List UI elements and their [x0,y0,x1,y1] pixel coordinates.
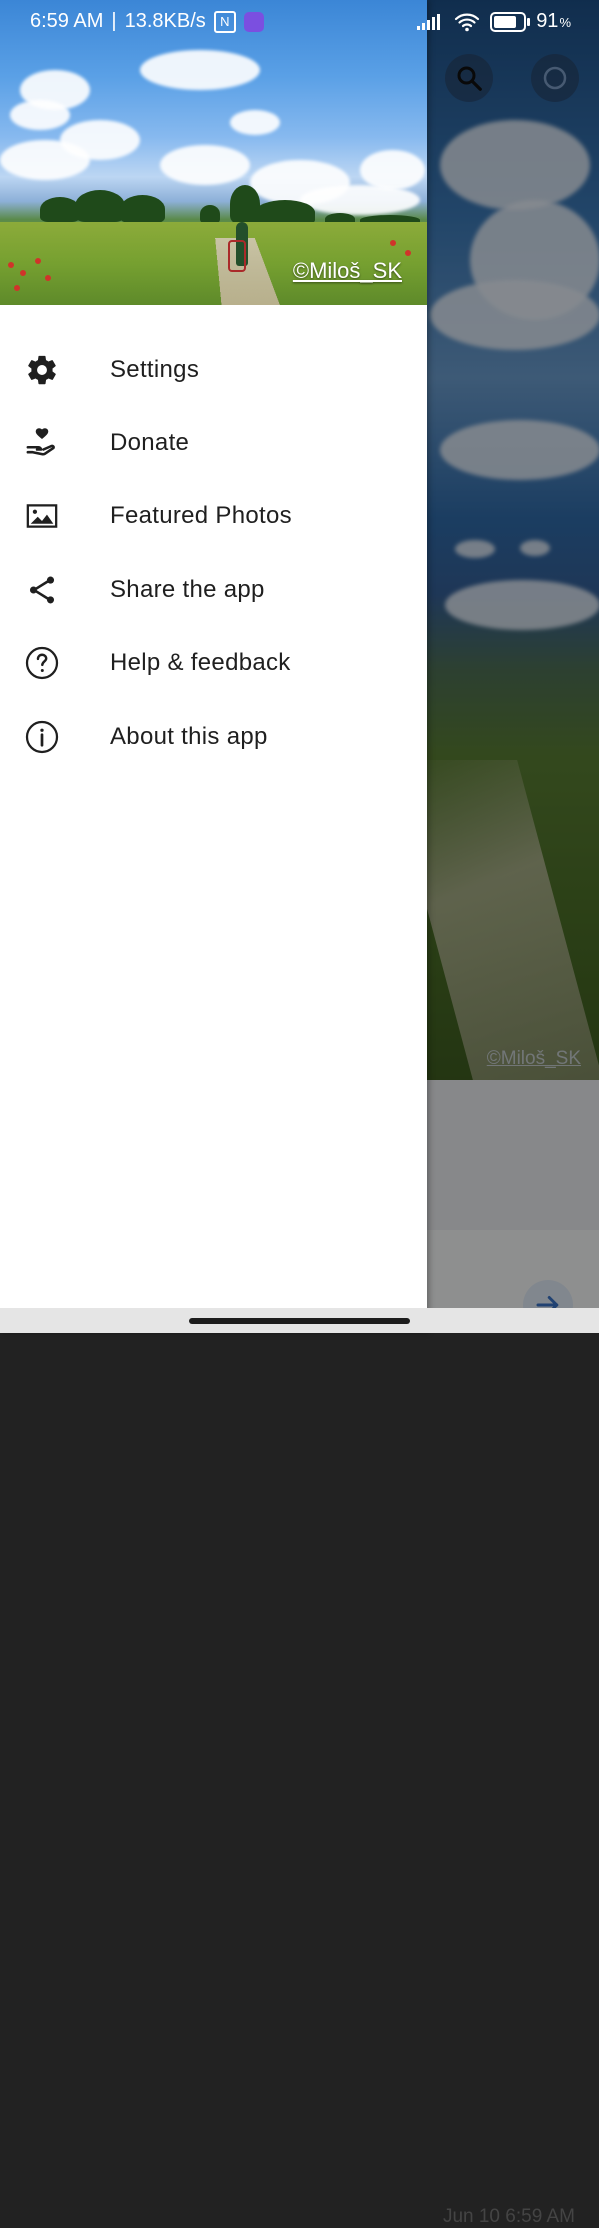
wallpaper-date: Jun 10 6:59 AM [442,2206,575,2227]
menu-item-settings[interactable]: Settings [0,333,427,406]
share-icon [29,576,55,604]
help-circle-icon [25,647,59,680]
image-icon [26,504,58,529]
menu-item-donate[interactable]: Donate [0,406,427,479]
drawer-header-photo: ©Miloš_SK [0,0,427,305]
signal-icon [417,13,441,30]
menu-item-featured-photos[interactable]: Featured Photos [0,480,427,553]
home-gesture-handle[interactable] [189,1318,410,1324]
status-time: 6:59 AM [30,10,104,32]
header-photo-credit[interactable]: ©Miloš_SK [293,258,402,284]
drawer-menu: Settings Donate Featured Photos Share th… [0,333,427,773]
menu-label-donate: Donate [110,429,190,457]
status-bar: 6:59 AM | 13.8KB/s N 91% [0,0,599,44]
battery-percent: 91 [536,10,559,32]
status-separator: | [111,10,117,32]
menu-item-share-app[interactable]: Share the app [0,553,427,626]
info-circle-icon [25,720,59,753]
battery-icon [490,11,531,32]
status-network-speed: 13.8KB/s [124,10,206,32]
donate-heart-hand-icon [26,428,55,456]
nfc-icon: N [213,10,236,33]
menu-label-share-app: Share the app [110,575,265,603]
menu-label-help-feedback: Help & feedback [110,649,291,677]
menu-label-featured-photos: Featured Photos [110,502,292,530]
battery-percent-symbol: % [559,15,571,30]
app-notification-icon [243,11,264,32]
gear-icon [28,355,56,384]
wifi-icon [455,13,480,31]
menu-label-about-app: About this app [110,722,268,750]
menu-item-about-app[interactable]: About this app [0,700,427,773]
menu-label-settings: Settings [110,355,200,383]
menu-item-help-feedback[interactable]: Help & feedback [0,627,427,700]
navigation-drawer: ©Miloš_SK Settings Donate Featured Photo… [0,0,427,1333]
